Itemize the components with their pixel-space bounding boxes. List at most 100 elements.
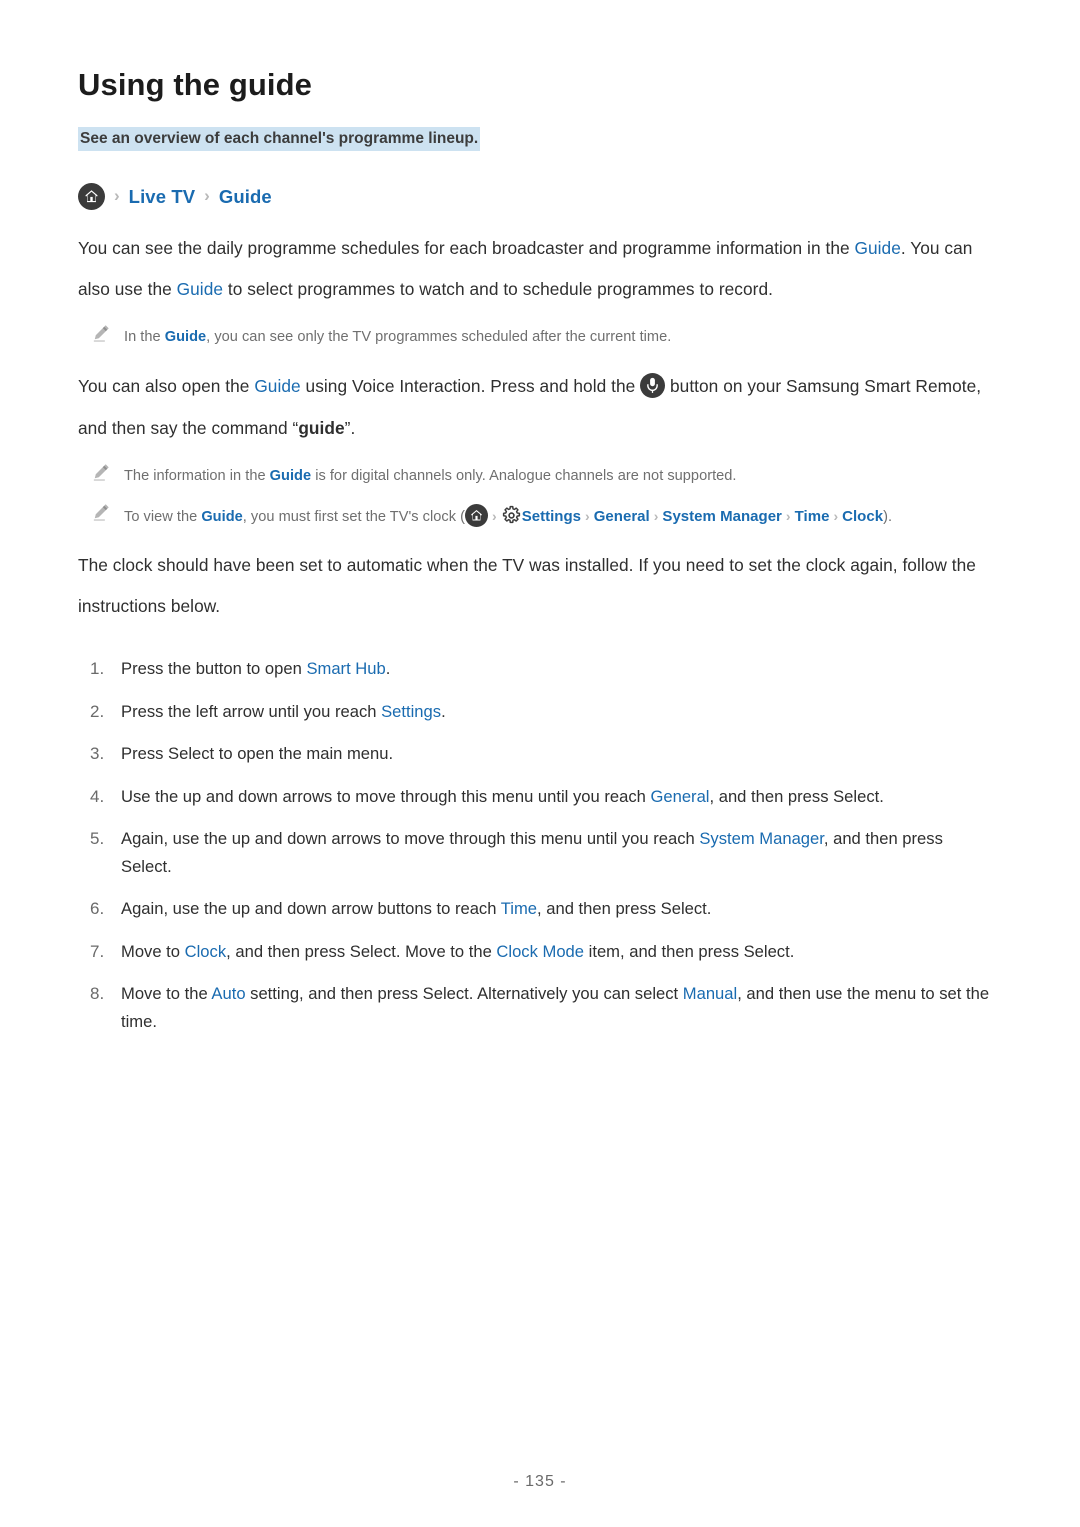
step1-text-2: . xyxy=(385,659,391,679)
step-number: 3. xyxy=(90,744,105,764)
step5-link-system-manager[interactable]: System Manager xyxy=(699,829,824,848)
path-separator-0: › xyxy=(492,508,497,525)
pencil-icon xyxy=(90,501,112,523)
path-separator-4: › xyxy=(833,508,839,525)
page-title: Using the guide xyxy=(78,67,312,102)
microphone-icon xyxy=(640,373,666,399)
step-number: 4. xyxy=(90,786,105,806)
list-item: 1. Press the button to open Smart Hub. xyxy=(78,641,1002,684)
pencil-icon xyxy=(90,322,112,344)
breadcrumb-separator-2: › xyxy=(204,186,210,206)
step6-link-time[interactable]: Time xyxy=(501,899,537,918)
note-row-2: The information in the Guide is for digi… xyxy=(78,449,1002,490)
voice-link-guide[interactable]: Guide xyxy=(254,376,300,396)
step-text: Again, use the up and down arrow buttons… xyxy=(121,895,1002,923)
clock-intro-paragraph: The clock should have been set to automa… xyxy=(78,554,976,616)
path-separator-3: › xyxy=(785,508,791,525)
path-item-settings[interactable]: Settings xyxy=(522,508,581,525)
note2-text-2: is for digital channels only. Analogue c… xyxy=(311,467,737,484)
step-number: 7. xyxy=(90,941,105,961)
step7-link-clock-mode[interactable]: Clock Mode xyxy=(496,942,584,961)
path-separator-2: › xyxy=(653,508,659,525)
note-text-clock-path: To view the Guide, you must first set th… xyxy=(124,501,892,531)
list-item: 4. Use the up and down arrows to move th… xyxy=(78,769,1002,812)
intro-text-1: You can see the daily programme schedule… xyxy=(78,237,855,258)
path-item-clock[interactable]: Clock xyxy=(842,508,883,525)
list-item: 8. Move to the Auto setting, and then pr… xyxy=(78,966,1002,1036)
gear-icon xyxy=(501,505,522,526)
note-row-clock-path: To view the Guide, you must first set th… xyxy=(78,489,1002,531)
step1-text-1: Press the button to open xyxy=(121,659,307,679)
step2-text-1: Press the left arrow until you reach xyxy=(121,701,382,721)
step-number: 1. xyxy=(90,659,105,679)
document-page: Using the guide See an overview of each … xyxy=(0,0,1080,1527)
page-number: - 135 - xyxy=(513,1473,567,1490)
note1-link-guide[interactable]: Guide xyxy=(165,329,206,345)
step-text: Use the up and down arrows to move throu… xyxy=(121,783,1002,811)
step-number: 2. xyxy=(90,701,105,721)
step8-text-2: setting, and then press Select. Alternat… xyxy=(245,984,683,1004)
step6-text-2: , and then press Select. xyxy=(537,899,712,919)
pencil-icon xyxy=(90,461,112,483)
step-text: Move to the Auto setting, and then press… xyxy=(121,980,1002,1036)
note2-text-1: The information in the xyxy=(124,467,270,484)
step-text: Move to Clock, and then press Select. Mo… xyxy=(121,938,1002,966)
home-icon xyxy=(78,183,105,211)
note-row-1: In the Guide, you can see only the TV pr… xyxy=(78,310,1002,351)
list-item: 6. Again, use the up and down arrow butt… xyxy=(78,881,1002,924)
page-subtitle: See an overview of each channel's progra… xyxy=(78,126,481,151)
step-text: Press the left arrow until you reach Set… xyxy=(121,698,1002,726)
step-text: Again, use the up and down arrows to mov… xyxy=(121,825,1002,881)
breadcrumb-item-live-tv[interactable]: Live TV xyxy=(129,186,196,208)
note1-text-1: In the xyxy=(124,328,165,345)
step4-text-1: Use the up and down arrows to move throu… xyxy=(121,786,651,806)
voice-paragraph: You can also open the Guide using Voice … xyxy=(78,350,1002,448)
step8-link-manual[interactable]: Manual xyxy=(683,984,737,1003)
intro-text-3: to select programmes to watch and to sch… xyxy=(223,278,773,299)
home-icon xyxy=(465,504,488,528)
step8-link-auto[interactable]: Auto xyxy=(211,984,245,1003)
step4-link-general[interactable]: General xyxy=(650,787,709,806)
step7-text-1: Move to xyxy=(121,941,185,961)
step7-text-3: item, and then press Select. xyxy=(584,941,795,961)
path-item-general[interactable]: General xyxy=(594,508,650,525)
step2-text-2: . xyxy=(441,701,446,721)
path-item-time[interactable]: Time xyxy=(795,508,830,525)
note1-text-2: , you can see only the TV programmes sch… xyxy=(206,328,672,345)
voice-command-word: guide xyxy=(298,417,345,438)
step5-text-1: Again, use the up and down arrows to mov… xyxy=(121,829,700,849)
voice-text-1: You can also open the xyxy=(78,376,255,397)
step2-link-settings[interactable]: Settings xyxy=(381,702,441,721)
list-item: 7. Move to Clock, and then press Select.… xyxy=(78,924,1002,967)
intro-link-guide-1[interactable]: Guide xyxy=(855,238,901,258)
step1-link-smart-hub[interactable]: Smart Hub xyxy=(306,659,385,678)
breadcrumb: › Live TV › Guide xyxy=(78,182,1002,212)
subtitle-highlight-row: See an overview of each channel's progra… xyxy=(78,126,1002,152)
step7-link-clock[interactable]: Clock xyxy=(185,942,227,961)
step4-text-2: , and then press Select. xyxy=(709,786,884,806)
clockpath-text-1: To view the xyxy=(124,509,202,526)
step-text: Press the button to open Smart Hub. xyxy=(121,655,1002,683)
voice-text-2: using Voice Interaction. Press and hold … xyxy=(300,376,641,397)
voice-text-4: ”. xyxy=(344,417,356,438)
step-number: 6. xyxy=(90,899,105,919)
note2-link-guide[interactable]: Guide xyxy=(270,468,311,484)
intro-paragraph: You can see the daily programme schedule… xyxy=(78,212,1002,310)
path-item-system-manager[interactable]: System Manager xyxy=(662,508,782,525)
intro-link-guide-2[interactable]: Guide xyxy=(177,279,223,299)
breadcrumb-separator-1: › xyxy=(114,186,120,206)
step6-text-1: Again, use the up and down arrow buttons… xyxy=(121,899,501,919)
step7-text-2: , and then press Select. Move to the xyxy=(226,941,497,961)
path-separator-1: › xyxy=(585,508,590,525)
step-number: 5. xyxy=(90,829,105,849)
step-number: 8. xyxy=(90,984,105,1004)
list-item: 5. Again, use the up and down arrows to … xyxy=(78,811,1002,881)
clockpath-text-3: ). xyxy=(883,509,893,526)
note-text-1: In the Guide, you can see only the TV pr… xyxy=(124,322,671,351)
clockpath-link-guide[interactable]: Guide xyxy=(201,509,242,525)
steps-list: 1. Press the button to open Smart Hub. 2… xyxy=(78,627,1002,1036)
step-text: Press Select to open the main menu. xyxy=(121,744,394,764)
note-text-2: The information in the Guide is for digi… xyxy=(124,461,737,490)
breadcrumb-item-guide[interactable]: Guide xyxy=(219,186,272,208)
clockpath-text-2: , you must first set the TV's clock ( xyxy=(242,509,465,526)
